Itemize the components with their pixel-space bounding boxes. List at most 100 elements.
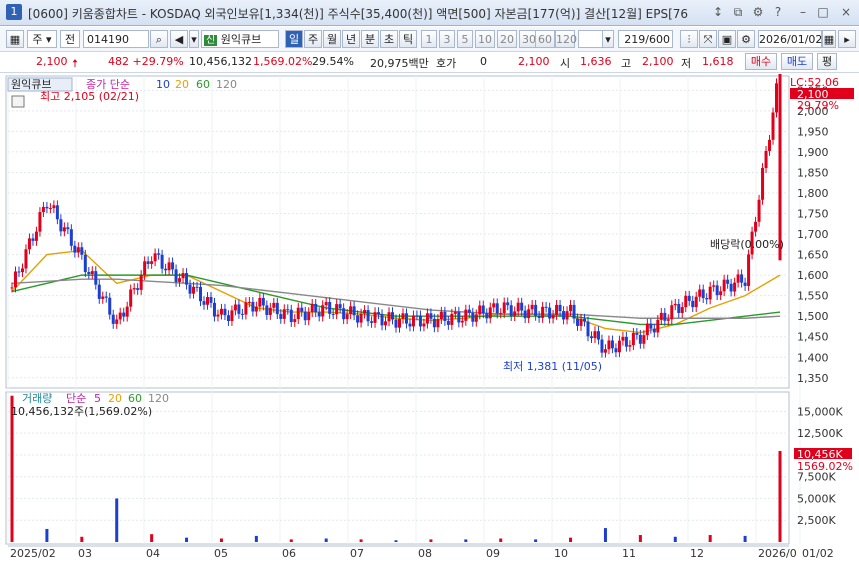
candle-body	[659, 312, 663, 320]
candle-body	[352, 306, 356, 316]
calendar-small-icon[interactable]	[11, 95, 25, 108]
candle-body	[289, 309, 293, 323]
interval-120[interactable]: 120	[555, 30, 577, 48]
interval-20[interactable]: 20	[497, 30, 517, 48]
minimize-icon[interactable]: –	[795, 4, 811, 20]
x-axis: 2025/02 03 04 05 06 07 08 09 10 11 12 2026/0 01/02	[8, 545, 834, 560]
tab-second[interactable]: 초	[380, 30, 398, 48]
candle-type-icon[interactable]: ⫶	[680, 30, 698, 48]
volume-bar	[534, 539, 538, 542]
volume-ma-20: 20	[108, 392, 122, 405]
candle-body	[370, 321, 374, 323]
volume-tick-label: 15,000K	[797, 405, 843, 418]
candle-body	[684, 295, 688, 308]
candle-body	[59, 219, 63, 232]
candle-body	[174, 269, 178, 282]
tab-week[interactable]: 주	[304, 30, 322, 48]
volume-bar	[743, 535, 747, 542]
candle-body	[600, 339, 604, 353]
candle-body	[583, 318, 587, 322]
sell-button[interactable]: 매도	[781, 53, 813, 70]
buy-button[interactable]: 매수	[745, 53, 777, 70]
help-icon[interactable]: ?	[770, 4, 786, 20]
dropdown-icon[interactable]: ▾	[189, 30, 199, 48]
type-select[interactable]: 전	[60, 30, 80, 48]
candle-body	[740, 274, 744, 283]
stock-code-input[interactable]: 014190	[83, 30, 149, 48]
candle-body	[747, 254, 751, 286]
candle-body	[132, 288, 136, 290]
candle-body	[520, 302, 524, 311]
candle-body	[258, 297, 262, 307]
legend-ma-120: 120	[216, 78, 237, 91]
candle-body	[527, 309, 531, 319]
candle-body	[509, 305, 513, 317]
interval-dropdown-icon[interactable]: ▾	[602, 30, 614, 48]
settings-icon[interactable]: ⚙	[750, 4, 766, 20]
interval-3[interactable]: 3	[439, 30, 455, 48]
grid-icon[interactable]: ▦	[6, 30, 24, 48]
stock-name-field[interactable]: 신 원익큐브	[201, 30, 279, 48]
candle-body	[576, 318, 580, 326]
candle-body	[415, 315, 419, 317]
candle-body	[502, 302, 506, 314]
price-tick-label: 1,950	[797, 125, 829, 138]
price-panel-frame	[5, 75, 790, 389]
gear-icon[interactable]: ⚙	[737, 30, 755, 48]
x-tick-label: 01/02	[802, 547, 834, 560]
speaker-icon[interactable]: ◀	[170, 30, 188, 48]
restore-icon[interactable]: ⧉	[730, 4, 746, 20]
candle-body	[481, 305, 485, 314]
calendar-icon[interactable]: ▦	[822, 30, 836, 48]
candle-body	[642, 335, 646, 344]
volume-bar	[569, 537, 573, 542]
interval-5[interactable]: 5	[457, 30, 473, 48]
chart-area[interactable]: 1,350 1,400 1,450 1,500 1,550 1,600 1,650 1,700…	[0, 69, 859, 563]
save-icon[interactable]: ▣	[718, 30, 736, 48]
candle-body	[698, 289, 702, 297]
interval-1[interactable]: 1	[421, 30, 437, 48]
candle-body	[118, 312, 122, 320]
stock-name: 원익큐브	[220, 33, 262, 46]
stock-chart-svg[interactable]: 1,350 1,400 1,450 1,500 1,550 1,600 1,650 1,700…	[0, 69, 859, 563]
legend-ma-10: 10	[156, 78, 170, 91]
candle-body	[555, 304, 559, 315]
maximize-icon[interactable]: □	[815, 4, 831, 20]
candle-body	[569, 304, 573, 312]
resize-icon[interactable]: ↕	[710, 4, 726, 20]
count-field[interactable]: 219/600	[618, 30, 673, 48]
search-icon[interactable]: ⌕	[150, 30, 168, 48]
candle-body	[377, 312, 381, 315]
amount: 20,975백만	[370, 57, 429, 70]
volume-bar	[499, 538, 503, 542]
candle-body	[268, 307, 272, 315]
tab-year[interactable]: 년	[342, 30, 360, 48]
tab-tick[interactable]: 틱	[399, 30, 417, 48]
tab-month[interactable]: 월	[323, 30, 341, 48]
close-icon[interactable]: ×	[838, 4, 854, 20]
candle-body	[366, 310, 370, 322]
candle-body	[603, 349, 607, 353]
candle-body	[205, 297, 209, 305]
candle-body	[87, 271, 91, 275]
candle-body	[586, 321, 590, 337]
candle-body	[300, 307, 304, 312]
more-icon[interactable]: ▸	[838, 30, 856, 48]
interval-10[interactable]: 10	[475, 30, 495, 48]
eval-button[interactable]: 평	[817, 53, 837, 70]
tab-day[interactable]: 일	[285, 30, 303, 48]
price-y-axis: 1,350 1,400 1,450 1,500 1,550 1,600 1,650 1,700…	[797, 84, 829, 384]
candle-body	[439, 311, 443, 320]
candle-body	[705, 298, 709, 300]
candle-body	[408, 323, 412, 327]
interval-60[interactable]: 60	[535, 30, 555, 48]
candle-body	[596, 331, 600, 340]
tab-minute[interactable]: 분	[361, 30, 379, 48]
date-input[interactable]: 2026/01/02	[758, 30, 822, 48]
candle-body	[219, 308, 223, 315]
draw-tool-icon[interactable]: ⤧	[699, 30, 717, 48]
candle-body	[209, 297, 213, 303]
period-select[interactable]: 주 ▾	[27, 30, 57, 48]
candle-body	[62, 227, 66, 232]
candle-body	[195, 286, 199, 288]
